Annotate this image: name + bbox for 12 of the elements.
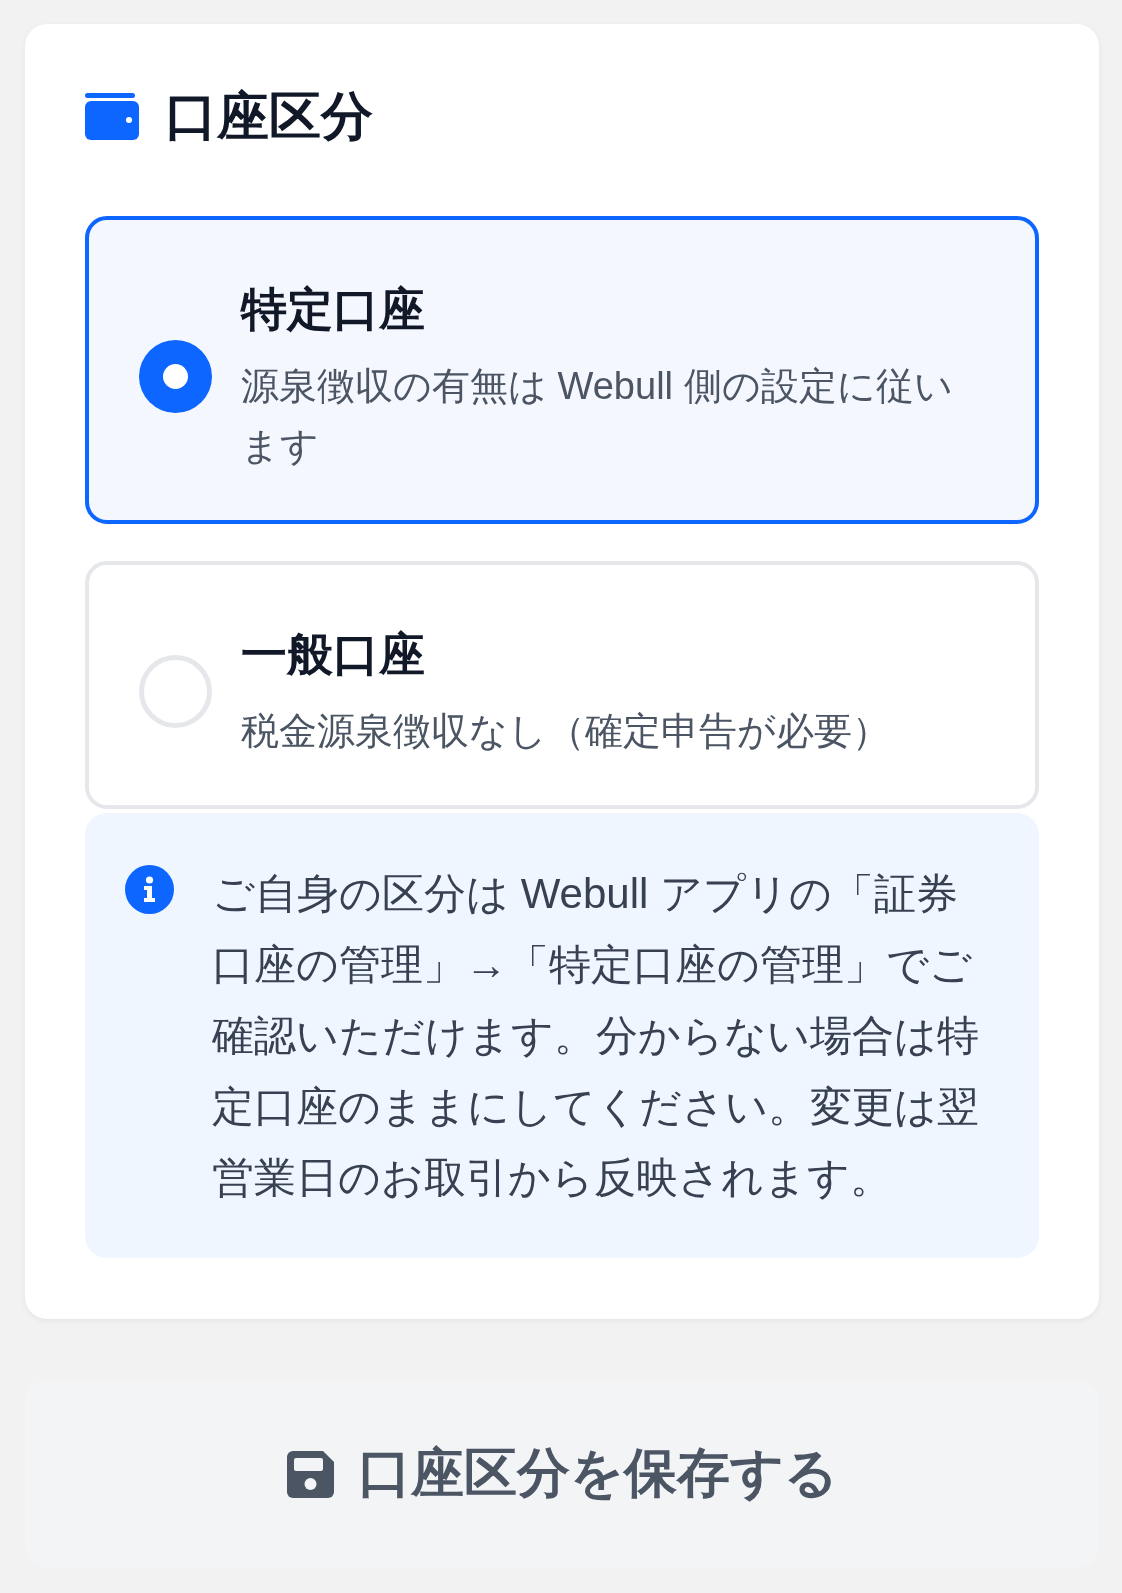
option-description: 税金源泉徴収なし（確定申告が必要） <box>241 709 891 754</box>
account-option[interactable]: 一般口座 税金源泉徴収なし（確定申告が必要） <box>85 561 1039 809</box>
save-icon <box>286 1450 334 1498</box>
option-title: 特定口座 <box>241 282 426 337</box>
save-button[interactable]: 口座区分を保存する <box>25 1380 1099 1568</box>
account-option[interactable]: 特定口座 源泉徴収の有無は Webull 側の設定に従います <box>85 216 1039 524</box>
section-title: 口座区分 <box>165 86 373 146</box>
info-text: ご自身の区分は Webull アプリの「証券口座の管理」→「特定口座の管理」でご確認いただけます。分からない場合は特定口座のままにしてください。変更は翌営業日のお取引から反映されます。 <box>212 869 980 1203</box>
option-description: 源泉徴収の有無は Webull 側の設定に従います <box>241 364 954 469</box>
info-icon <box>125 865 174 914</box>
option-title: 一般口座 <box>241 627 426 682</box>
wallet-icon <box>85 92 139 140</box>
